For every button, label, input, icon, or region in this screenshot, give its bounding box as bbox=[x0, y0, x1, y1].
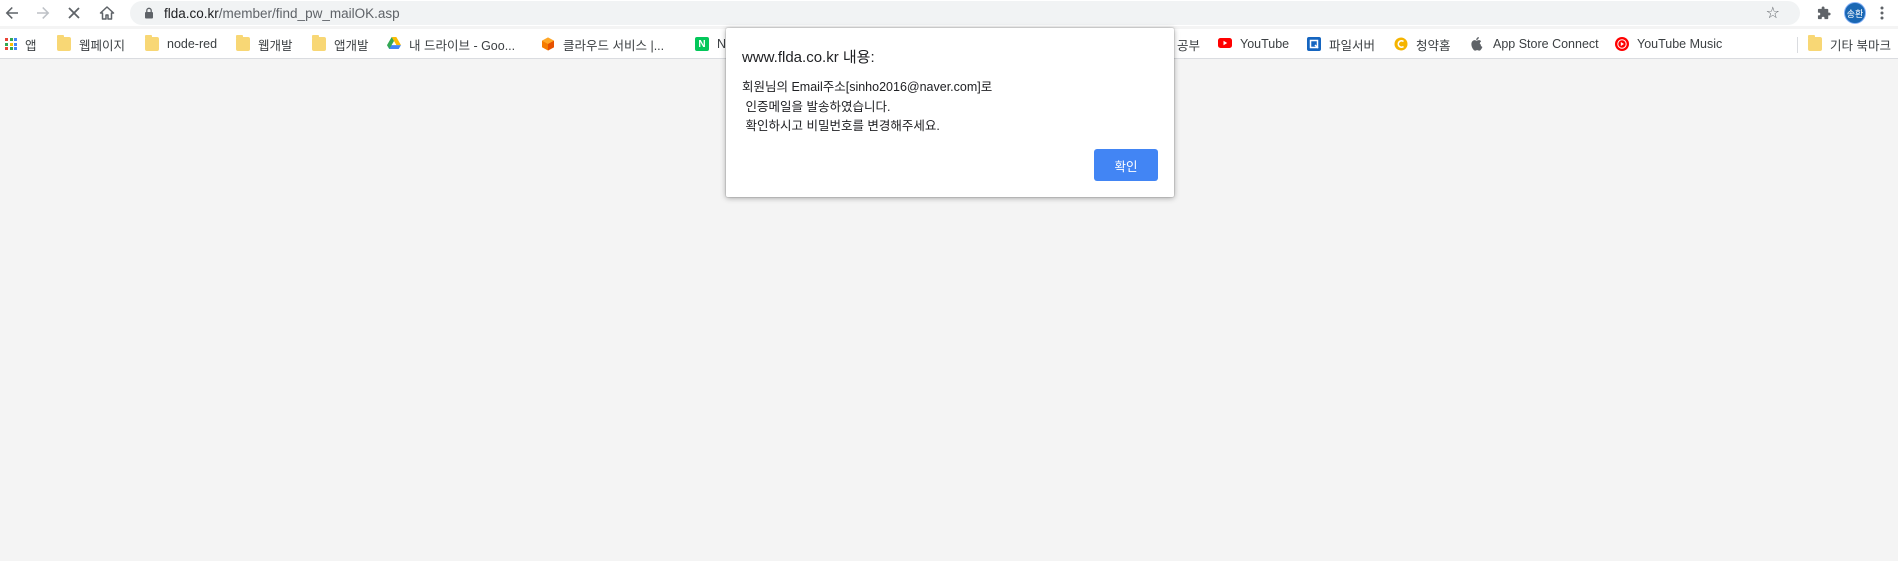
home-icon bbox=[99, 6, 115, 20]
bookmark-naver[interactable]: N N bbox=[695, 34, 726, 54]
back-arrow-icon bbox=[5, 7, 18, 19]
apps-grid-icon bbox=[5, 38, 17, 50]
back-button[interactable] bbox=[0, 1, 24, 25]
bookmark-label: 기타 북마크 bbox=[1830, 38, 1891, 53]
bookmark-app-store-connect[interactable]: App Store Connect bbox=[1471, 34, 1599, 54]
folder-icon bbox=[236, 35, 250, 51]
apple-icon bbox=[1471, 37, 1485, 51]
extensions-button[interactable] bbox=[1812, 1, 1836, 25]
bookmark-webpage[interactable]: 웹페이지 bbox=[57, 34, 125, 54]
bookmark-appdev[interactable]: 앱개발 bbox=[312, 34, 369, 54]
kebab-menu-icon bbox=[1880, 6, 1884, 20]
avatar: 송환 bbox=[1844, 2, 1866, 24]
profile-button[interactable]: 송환 bbox=[1843, 1, 1867, 25]
bookmark-label: 앱개발 bbox=[334, 38, 369, 53]
bookmarks-divider bbox=[1797, 37, 1798, 53]
stop-loading-icon bbox=[68, 7, 80, 19]
bookmark-youtube[interactable]: YouTube bbox=[1218, 34, 1289, 54]
bookmark-other[interactable]: 기타 북마크 bbox=[1808, 34, 1891, 54]
youtube-icon bbox=[1218, 37, 1232, 51]
url-host: flda.co.kr bbox=[164, 5, 219, 21]
bookmark-label: N bbox=[717, 37, 727, 51]
dialog-title: www.flda.co.kr 내용: bbox=[742, 49, 875, 66]
bookmark-label: App Store Connect bbox=[1493, 37, 1599, 51]
bookmark-cloud-service[interactable]: 클라우드 서비스 |... bbox=[541, 34, 664, 54]
bookmark-label: 앱 bbox=[25, 38, 37, 53]
lock-icon bbox=[142, 6, 156, 20]
bookmark-study[interactable]: 공부 bbox=[1177, 34, 1200, 54]
bookmark-label: 파일서버 bbox=[1329, 38, 1376, 53]
bookmark-file-server[interactable]: 파일서버 bbox=[1307, 34, 1375, 54]
alert-dialog: www.flda.co.kr 내용: 회원님의 Email주소[sinho201… bbox=[726, 28, 1174, 197]
bookmark-label: 내 드라이브 - Goo... bbox=[409, 38, 516, 53]
bookmark-node-red[interactable]: node-red bbox=[145, 34, 217, 54]
bookmark-star-icon[interactable]: ☆ bbox=[1766, 3, 1780, 23]
bookmark-label: YouTube Music bbox=[1637, 37, 1723, 51]
bookmark-label: 웹개발 bbox=[258, 38, 293, 53]
home-button[interactable] bbox=[95, 1, 119, 25]
bookmark-label: 클라우드 서비스 |... bbox=[563, 38, 665, 53]
browser-toolbar: flda.co.kr/member/find_pw_mailOK.asp ☆ 송… bbox=[0, 0, 1898, 26]
folder-icon bbox=[312, 35, 326, 51]
bookmark-label: 웹페이지 bbox=[79, 38, 126, 53]
forward-arrow-icon bbox=[37, 7, 50, 19]
puzzle-icon bbox=[1817, 5, 1831, 19]
youtube-music-icon bbox=[1615, 37, 1629, 51]
bookmark-label: YouTube bbox=[1240, 37, 1290, 51]
folder-icon bbox=[57, 35, 71, 51]
browser-menu-button[interactable] bbox=[1872, 1, 1892, 25]
google-drive-icon bbox=[387, 37, 401, 51]
bookmark-cheongyak-home[interactable]: 청약홈 bbox=[1394, 34, 1451, 54]
bookmark-label: 청약홈 bbox=[1416, 38, 1451, 53]
stop-button[interactable] bbox=[62, 1, 86, 25]
address-bar[interactable]: flda.co.kr/member/find_pw_mailOK.asp ☆ bbox=[130, 1, 1800, 25]
bookmark-label: 공부 bbox=[1177, 38, 1201, 53]
bookmark-google-drive[interactable]: 내 드라이브 - Goo... bbox=[387, 34, 515, 54]
bookmark-apps[interactable]: 앱 bbox=[5, 34, 37, 54]
url-path: /member/find_pw_mailOK.asp bbox=[218, 5, 400, 21]
dialog-message: 회원님의 Email주소[sinho2016@naver.com]로 인증메일을… bbox=[742, 80, 993, 133]
cheongyak-icon bbox=[1394, 37, 1408, 51]
bookmark-label: node-red bbox=[167, 37, 218, 51]
naver-icon: N bbox=[695, 37, 709, 51]
cube-icon bbox=[541, 37, 555, 51]
file-server-icon bbox=[1307, 37, 1321, 51]
forward-button[interactable] bbox=[31, 1, 55, 25]
folder-icon bbox=[145, 35, 159, 51]
ok-button[interactable]: 확인 bbox=[1094, 149, 1158, 181]
bookmark-webdev[interactable]: 웹개발 bbox=[236, 34, 293, 54]
folder-icon bbox=[1808, 35, 1822, 51]
bookmark-youtube-music[interactable]: YouTube Music bbox=[1615, 34, 1722, 54]
